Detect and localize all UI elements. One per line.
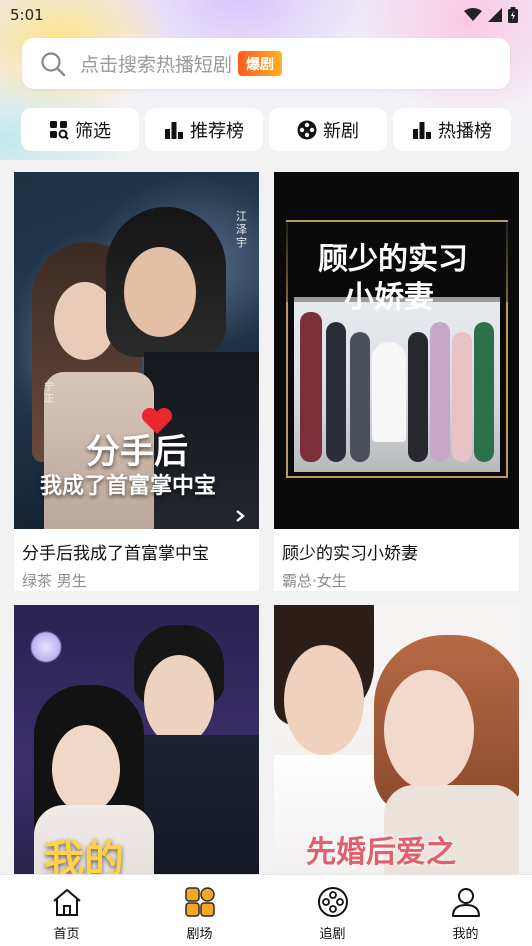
search-icon xyxy=(41,51,66,76)
chip-recommend-ranking[interactable]: 推荐榜 xyxy=(145,108,263,151)
tab-home[interactable]: 首页 xyxy=(0,875,133,946)
tab-label: 剧场 xyxy=(186,927,213,942)
drama-card[interactable]: 先婚后爱之 xyxy=(274,605,519,874)
hot-badge: 爆剧 xyxy=(238,51,283,76)
poster-title: 先婚后爱之 xyxy=(306,835,456,870)
signal-icon xyxy=(488,8,502,22)
drama-card[interactable]: 顾少的实习 小娇妻 顾少的实习小娇妻 霸总·女生 xyxy=(274,172,519,591)
drama-card[interactable]: 我的 xyxy=(14,605,259,874)
poster-subtitle: 我成了首富掌中宝 xyxy=(40,473,217,499)
film-reel-icon xyxy=(317,887,348,917)
poster-credit: 宁正 xyxy=(44,382,54,405)
tab-label: 我的 xyxy=(452,927,479,942)
home-icon xyxy=(52,889,81,916)
bottom-tab-bar: 首页 剧场 追剧 我的 xyxy=(0,874,532,946)
wifi-icon xyxy=(464,8,482,21)
battery-icon xyxy=(508,7,518,23)
chip-label: 热播榜 xyxy=(438,120,492,142)
drama-poster: 顾少的实习 小娇妻 xyxy=(274,172,519,529)
film-reel-icon xyxy=(297,120,317,139)
poster-title: 我的 xyxy=(44,836,124,874)
tab-label: 追剧 xyxy=(319,927,346,942)
poster-title: 分手后 xyxy=(86,432,188,472)
tab-theater[interactable]: 剧场 xyxy=(133,875,266,946)
chip-hot-ranking[interactable]: 热播榜 xyxy=(393,108,511,151)
user-icon xyxy=(451,888,480,917)
chip-label: 新剧 xyxy=(323,120,359,142)
status-bar: 5:01 xyxy=(0,0,532,30)
chip-new-drama[interactable]: 新剧 xyxy=(269,108,387,151)
tab-profile[interactable]: 我的 xyxy=(399,875,532,946)
drama-tags: 绿茶 男生 xyxy=(22,572,87,590)
drama-poster: 我的 xyxy=(14,605,259,874)
poster-credit: 江泽宇 xyxy=(236,210,247,249)
drama-poster: 先婚后爱之 xyxy=(274,605,519,874)
search-bar[interactable]: 点击搜索热播短剧 爆剧 xyxy=(22,38,510,89)
theater-grid-icon xyxy=(184,887,215,917)
drama-tags: 霸总·女生 xyxy=(282,572,347,590)
chevron-right-icon xyxy=(236,510,245,522)
status-time: 5:01 xyxy=(10,6,44,24)
ranking-icon xyxy=(165,121,183,139)
filter-search-icon xyxy=(50,120,69,140)
tab-follow[interactable]: 追剧 xyxy=(266,875,399,946)
chip-label: 推荐榜 xyxy=(190,120,244,142)
drama-title: 分手后我成了首富掌中宝 xyxy=(22,544,209,564)
search-placeholder: 点击搜索热播短剧 xyxy=(80,54,233,76)
drama-grid: 江泽宇 宁正 分手后 我成了首富掌中宝 分手后我成了首富掌中宝 绿茶 男生 顾少… xyxy=(0,160,532,874)
tab-label: 首页 xyxy=(53,927,80,942)
drama-card[interactable]: 江泽宇 宁正 分手后 我成了首富掌中宝 分手后我成了首富掌中宝 绿茶 男生 xyxy=(14,172,259,591)
drama-poster: 江泽宇 宁正 分手后 我成了首富掌中宝 xyxy=(14,172,259,529)
category-chips: 筛选 推荐榜 新剧 热播榜 xyxy=(21,108,511,151)
ranking-icon xyxy=(413,121,431,139)
chip-label: 筛选 xyxy=(75,120,111,142)
drama-title: 顾少的实习小娇妻 xyxy=(282,544,418,564)
poster-subtitle: 小娇妻 xyxy=(344,280,434,315)
chip-filter[interactable]: 筛选 xyxy=(21,108,139,151)
